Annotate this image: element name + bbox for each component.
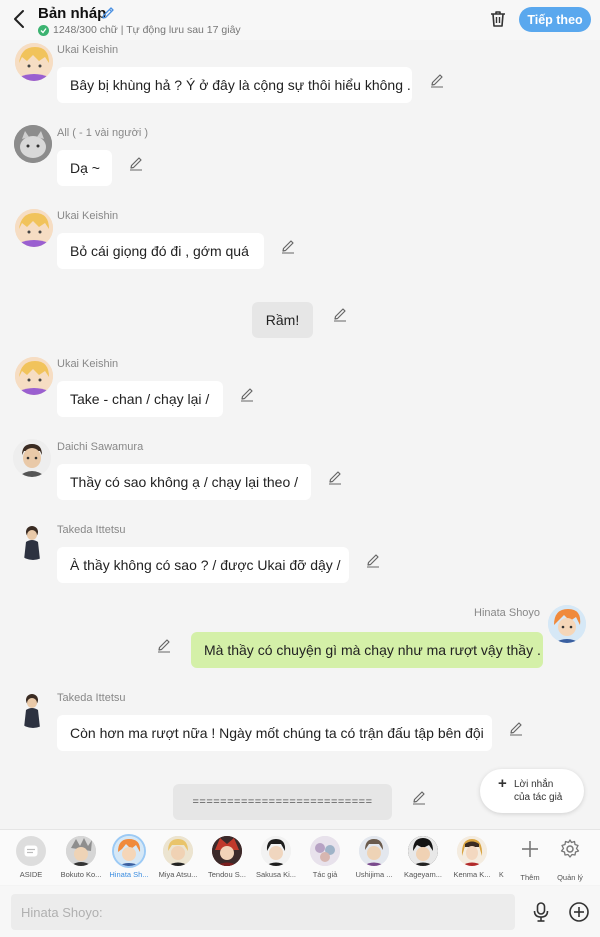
character-label: Kageyam... [404, 870, 442, 879]
back-arrow-icon[interactable] [10, 8, 30, 30]
speaker-name: Takeda Ittetsu [57, 524, 126, 536]
message-bubble[interactable]: Còn hơn ma rượt nữa ! Ngày mốt chúng ta … [57, 715, 492, 751]
character-label: Miya Atsu... [158, 870, 198, 879]
character-label: Tác giả [312, 870, 338, 879]
narration-bubble[interactable]: ========================== [173, 784, 392, 820]
speaker-name: All ( - 1 vài người ) [57, 127, 148, 139]
add-circle-icon[interactable] [567, 900, 591, 924]
avatar[interactable] [548, 605, 586, 643]
message-input[interactable] [11, 894, 515, 930]
avatar[interactable] [15, 357, 53, 395]
message-bubble[interactable]: Bỏ cái giọng đó đi , gớm quá [57, 233, 264, 269]
speaker-name: Takeda Ittetsu [57, 692, 126, 704]
edit-pencil-icon[interactable] [508, 720, 524, 736]
check-icon [38, 24, 49, 36]
plus-icon [522, 841, 538, 857]
character-label: Kenma K... [453, 870, 491, 879]
message-bubble[interactable]: À thầy không có sao ? / được Ukai đỡ dậy… [57, 547, 349, 583]
speaker-name: Ukai Keishin [57, 358, 119, 370]
character-hinata[interactable]: Hinata Sh... [105, 836, 153, 879]
avatar[interactable] [14, 690, 52, 728]
autosave-status: 1248/300 chữ | Tự động lưu sau 17 giây [38, 24, 241, 36]
edit-pencil-icon[interactable] [128, 155, 144, 171]
edit-pencil-icon[interactable] [365, 552, 381, 568]
character-bar: ASIDE Bokuto Ko... Hinata Sh... Miya Ats… [0, 829, 600, 885]
character-kageyama[interactable]: Kageyam... [399, 836, 447, 879]
character-bokuto[interactable]: Bokuto Ko... [57, 836, 105, 879]
composer-bar [0, 886, 600, 937]
character-tendou[interactable]: Tendou S... [203, 836, 251, 879]
more-characters-marker: K [499, 872, 504, 879]
avatar [212, 836, 242, 866]
avatar [408, 836, 438, 866]
message-bubble[interactable]: Bây bị khùng hả ? Ý ở đây là cộng sự thô… [57, 67, 412, 103]
character-label: Ushijima ... [355, 870, 393, 879]
word-count-text: 1248/300 chữ | Tự động lưu sau 17 giây [53, 24, 241, 36]
message-bubble[interactable]: Dạ ~ [57, 150, 112, 186]
speaker-name: Daichi Sawamura [57, 441, 144, 453]
avatar [359, 836, 389, 866]
gear-icon [560, 839, 580, 858]
avatar[interactable] [14, 522, 52, 560]
avatar [261, 836, 291, 866]
message-bubble[interactable]: Take - chan / chạy lại / [57, 381, 223, 417]
author-note-label-line2: của tác giả [514, 792, 563, 803]
edit-pencil-icon[interactable] [327, 469, 343, 485]
narration-bubble[interactable]: Rầm! [252, 302, 313, 338]
avatar[interactable] [13, 439, 51, 477]
manage-characters-button[interactable]: Quản lý [550, 836, 590, 882]
character-label: Tendou S... [208, 870, 246, 879]
avatar [114, 836, 144, 866]
character-author[interactable]: Tác giả [301, 836, 349, 879]
avatar[interactable] [15, 43, 53, 81]
manage-label: Quản lý [557, 873, 583, 882]
page-title: Bản nháp [38, 5, 107, 22]
avatar [66, 836, 96, 866]
edit-pencil-icon[interactable] [429, 72, 445, 88]
trash-icon[interactable] [488, 9, 508, 29]
edit-pencil-icon[interactable] [239, 386, 255, 402]
edit-pencil-icon[interactable] [411, 789, 427, 805]
speaker-name: Ukai Keishin [57, 210, 119, 222]
avatar [163, 836, 193, 866]
character-sakusa[interactable]: Sakusa Ki... [252, 836, 300, 879]
edit-pencil-icon[interactable] [280, 238, 296, 254]
avatar[interactable] [14, 125, 52, 163]
edit-pencil-icon[interactable] [156, 637, 172, 653]
message-bubble[interactable]: Mà thầy có chuyện gì mà chạy như ma rượt… [191, 632, 543, 668]
avatar [310, 836, 340, 866]
author-note-button[interactable]: + Lời nhắn của tác giả [480, 769, 584, 813]
character-kenma[interactable]: Kenma K... [448, 836, 496, 879]
microphone-icon[interactable] [530, 901, 552, 923]
character-label: Hinata Sh... [109, 870, 149, 879]
top-bar: Bản nháp 1248/300 chữ | Tự động lưu sau … [0, 0, 600, 40]
add-label: Thêm [520, 873, 540, 882]
character-ushijima[interactable]: Ushijima ... [350, 836, 398, 879]
aside-icon [16, 836, 46, 866]
speaker-name: Ukai Keishin [57, 44, 119, 56]
character-aside[interactable]: ASIDE [7, 836, 55, 879]
add-character-button[interactable]: Thêm [510, 836, 550, 882]
edit-pencil-icon[interactable] [332, 306, 348, 322]
message-bubble[interactable]: Thầy có sao không ạ / chạy lại theo / [57, 464, 311, 500]
speaker-name: Hinata Shoyo [474, 607, 541, 619]
plus-icon: + [498, 775, 507, 792]
edit-title-icon[interactable] [100, 5, 116, 21]
author-note-label: Lời nhắn [514, 779, 554, 790]
character-label: Sakusa Ki... [255, 870, 297, 879]
avatar [457, 836, 487, 866]
character-label: Bokuto Ko... [60, 870, 102, 879]
avatar[interactable] [15, 209, 53, 247]
next-button[interactable]: Tiếp theo [519, 7, 591, 32]
character-label: ASIDE [19, 870, 43, 879]
character-miya-atsumu[interactable]: Miya Atsu... [154, 836, 202, 879]
